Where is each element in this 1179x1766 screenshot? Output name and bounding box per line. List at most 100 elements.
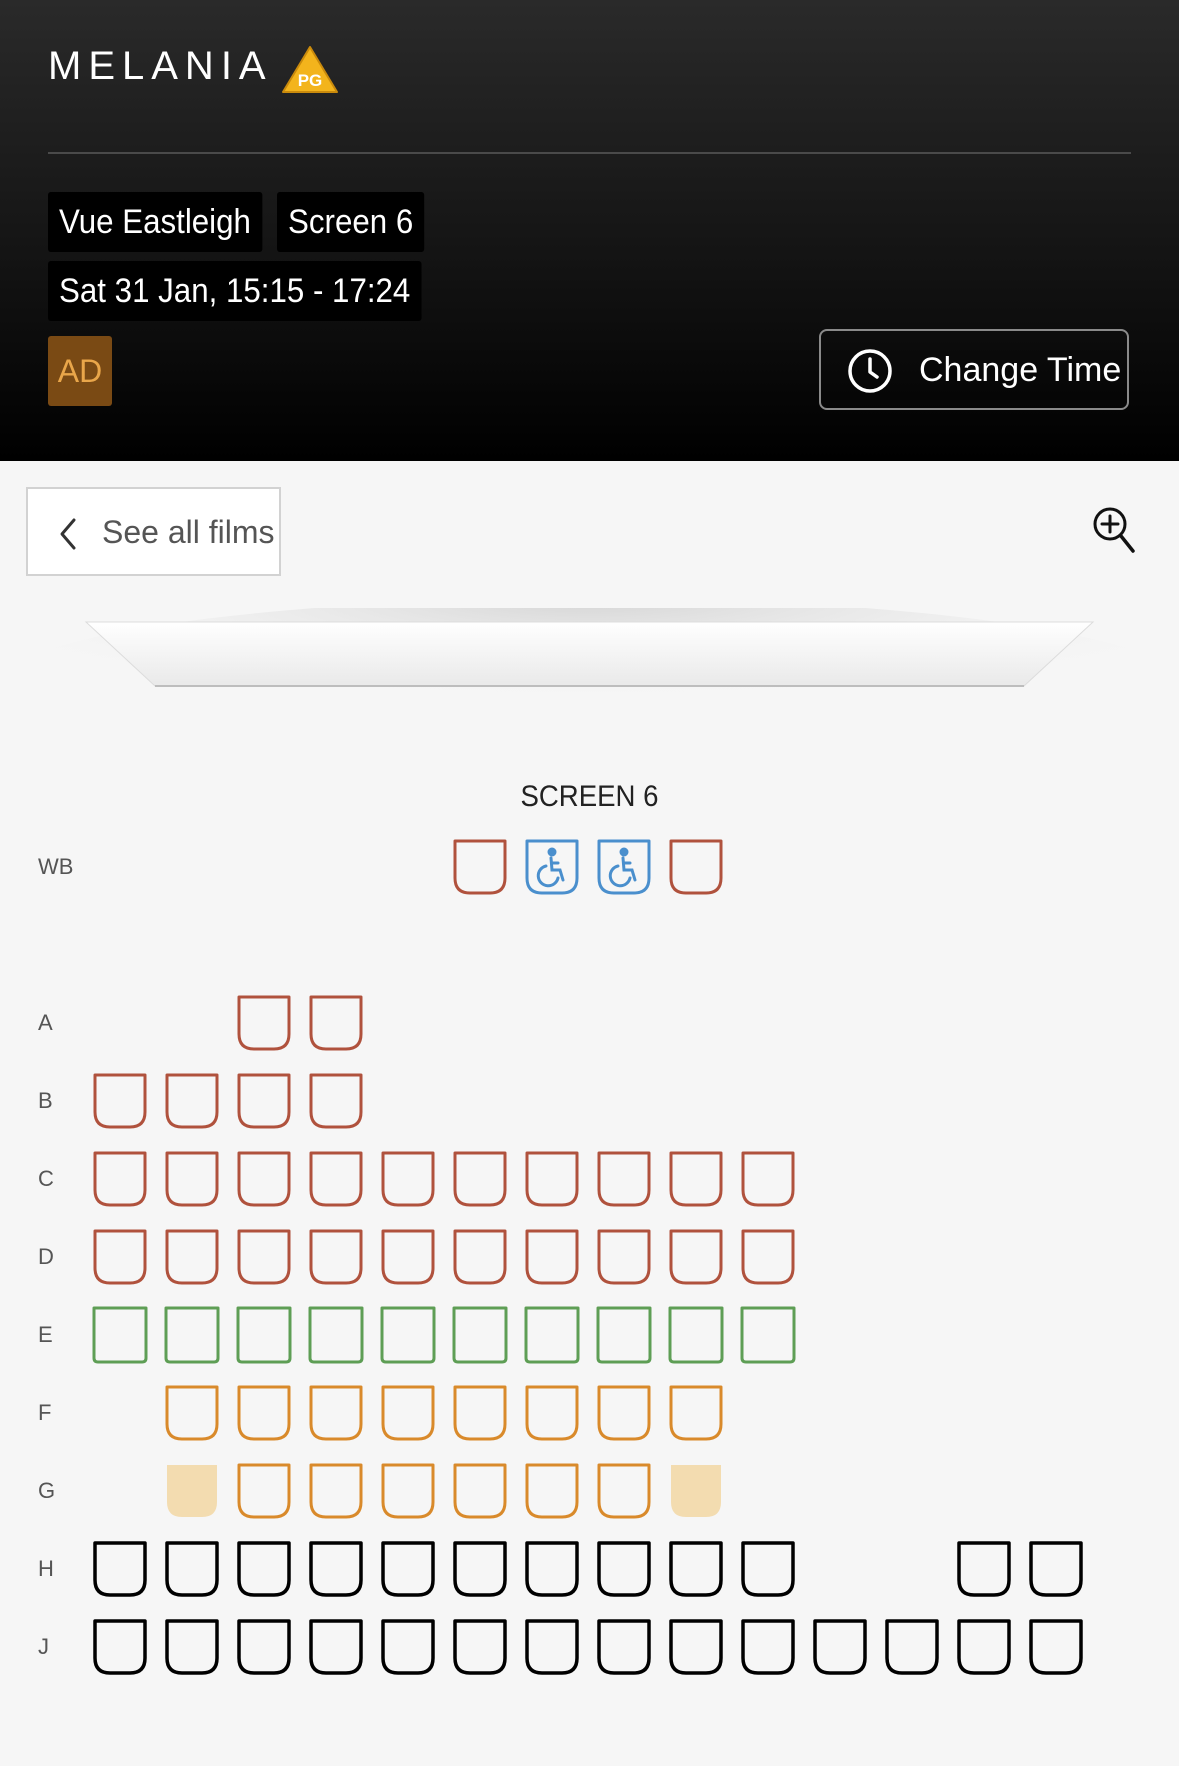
seat-e-1[interactable] bbox=[90, 1304, 150, 1366]
seat-d-10[interactable] bbox=[738, 1226, 798, 1288]
seat-f-5[interactable] bbox=[378, 1382, 438, 1444]
wheelchair-seat-wb-7[interactable] bbox=[522, 836, 582, 898]
seat-g-9 bbox=[666, 1460, 726, 1522]
row-label-f: F bbox=[38, 1400, 52, 1425]
seat-j-3[interactable] bbox=[234, 1616, 294, 1678]
seat-h-8[interactable] bbox=[594, 1538, 654, 1600]
seat-e-10[interactable] bbox=[738, 1304, 798, 1366]
seat-d-2[interactable] bbox=[162, 1226, 222, 1288]
seat-b-3[interactable] bbox=[234, 1070, 294, 1132]
seat-wb-6[interactable] bbox=[450, 836, 510, 898]
seat-f-2[interactable] bbox=[162, 1382, 222, 1444]
seat-j-9[interactable] bbox=[666, 1616, 726, 1678]
seat-f-7[interactable] bbox=[522, 1382, 582, 1444]
seat-c-8[interactable] bbox=[594, 1148, 654, 1210]
cinema-tag: Vue Eastleigh bbox=[48, 192, 262, 252]
seat-b-1[interactable] bbox=[90, 1070, 150, 1132]
seat-j-8[interactable] bbox=[594, 1616, 654, 1678]
seat-h-13[interactable] bbox=[954, 1538, 1014, 1600]
seat-h-7[interactable] bbox=[522, 1538, 582, 1600]
seat-j-11[interactable] bbox=[810, 1616, 870, 1678]
seat-j-13[interactable] bbox=[954, 1616, 1014, 1678]
seat-b-2[interactable] bbox=[162, 1070, 222, 1132]
seat-a-4[interactable] bbox=[306, 992, 366, 1054]
seat-e-4[interactable] bbox=[306, 1304, 366, 1366]
seat-e-8[interactable] bbox=[594, 1304, 654, 1366]
seat-j-6[interactable] bbox=[450, 1616, 510, 1678]
change-time-button[interactable]: Change Time bbox=[819, 329, 1129, 410]
seat-d-7[interactable] bbox=[522, 1226, 582, 1288]
seat-h-4[interactable] bbox=[306, 1538, 366, 1600]
seat-j-1[interactable] bbox=[90, 1616, 150, 1678]
seat-c-4[interactable] bbox=[306, 1148, 366, 1210]
seat-g-4[interactable] bbox=[306, 1460, 366, 1522]
screen-label: SCREEN 6 bbox=[520, 780, 659, 813]
seat-c-6[interactable] bbox=[450, 1148, 510, 1210]
seat-h-14[interactable] bbox=[1026, 1538, 1086, 1600]
seat-f-9[interactable] bbox=[666, 1382, 726, 1444]
seat-e-9[interactable] bbox=[666, 1304, 726, 1366]
showtime-tag: Sat 31 Jan, 15:15 - 17:24 bbox=[48, 261, 422, 321]
seat-d-4[interactable] bbox=[306, 1226, 366, 1288]
seat-c-3[interactable] bbox=[234, 1148, 294, 1210]
seat-e-6[interactable] bbox=[450, 1304, 510, 1366]
seat-h-6[interactable] bbox=[450, 1538, 510, 1600]
seat-d-3[interactable] bbox=[234, 1226, 294, 1288]
seat-g-7[interactable] bbox=[522, 1460, 582, 1522]
seat-d-9[interactable] bbox=[666, 1226, 726, 1288]
row-label-d: D bbox=[38, 1244, 54, 1269]
seat-h-5[interactable] bbox=[378, 1538, 438, 1600]
seat-c-10[interactable] bbox=[738, 1148, 798, 1210]
seat-c-9[interactable] bbox=[666, 1148, 726, 1210]
seat-j-5[interactable] bbox=[378, 1616, 438, 1678]
row-label-e: E bbox=[38, 1322, 53, 1347]
see-all-films-button[interactable]: See all films bbox=[26, 487, 281, 576]
seat-c-2[interactable] bbox=[162, 1148, 222, 1210]
seat-f-6[interactable] bbox=[450, 1382, 510, 1444]
seat-j-14[interactable] bbox=[1026, 1616, 1086, 1678]
film-header: MELANIA PG Vue Eastleigh Screen 6 Sat 31… bbox=[0, 0, 1179, 461]
seat-h-9[interactable] bbox=[666, 1538, 726, 1600]
see-all-films-label: See all films bbox=[102, 514, 275, 550]
row-label-c: C bbox=[38, 1166, 54, 1191]
seat-f-3[interactable] bbox=[234, 1382, 294, 1444]
seat-j-7[interactable] bbox=[522, 1616, 582, 1678]
seat-g-2 bbox=[162, 1460, 222, 1522]
seat-j-10[interactable] bbox=[738, 1616, 798, 1678]
seat-e-2[interactable] bbox=[162, 1304, 222, 1366]
seat-f-8[interactable] bbox=[594, 1382, 654, 1444]
screen-tag: Screen 6 bbox=[277, 192, 425, 252]
row-label-wb: WB bbox=[38, 854, 74, 879]
seat-wb-9[interactable] bbox=[666, 836, 726, 898]
seat-g-6[interactable] bbox=[450, 1460, 510, 1522]
seat-e-5[interactable] bbox=[378, 1304, 438, 1366]
seat-j-2[interactable] bbox=[162, 1616, 222, 1678]
seat-g-5[interactable] bbox=[378, 1460, 438, 1522]
zoom-in-icon[interactable] bbox=[1092, 506, 1136, 554]
seat-d-6[interactable] bbox=[450, 1226, 510, 1288]
seat-a-3[interactable] bbox=[234, 992, 294, 1054]
seat-f-4[interactable] bbox=[306, 1382, 366, 1444]
seat-d-8[interactable] bbox=[594, 1226, 654, 1288]
wheelchair-seat-wb-8[interactable] bbox=[594, 836, 654, 898]
seat-c-1[interactable] bbox=[90, 1148, 150, 1210]
seat-g-8[interactable] bbox=[594, 1460, 654, 1522]
seat-e-3[interactable] bbox=[234, 1304, 294, 1366]
seat-b-4[interactable] bbox=[306, 1070, 366, 1132]
seat-h-1[interactable] bbox=[90, 1538, 150, 1600]
rating-label: PG bbox=[298, 71, 323, 90]
seat-h-10[interactable] bbox=[738, 1538, 798, 1600]
seat-h-2[interactable] bbox=[162, 1538, 222, 1600]
seat-e-7[interactable] bbox=[522, 1304, 582, 1366]
seat-d-1[interactable] bbox=[90, 1226, 150, 1288]
seat-j-12[interactable] bbox=[882, 1616, 942, 1678]
pg-rating-icon: PG bbox=[282, 46, 338, 93]
audio-description-badge: AD bbox=[48, 336, 112, 406]
row-label-b: B bbox=[38, 1088, 53, 1113]
seat-j-4[interactable] bbox=[306, 1616, 366, 1678]
seat-d-5[interactable] bbox=[378, 1226, 438, 1288]
seat-c-5[interactable] bbox=[378, 1148, 438, 1210]
seat-h-3[interactable] bbox=[234, 1538, 294, 1600]
seat-g-3[interactable] bbox=[234, 1460, 294, 1522]
seat-c-7[interactable] bbox=[522, 1148, 582, 1210]
